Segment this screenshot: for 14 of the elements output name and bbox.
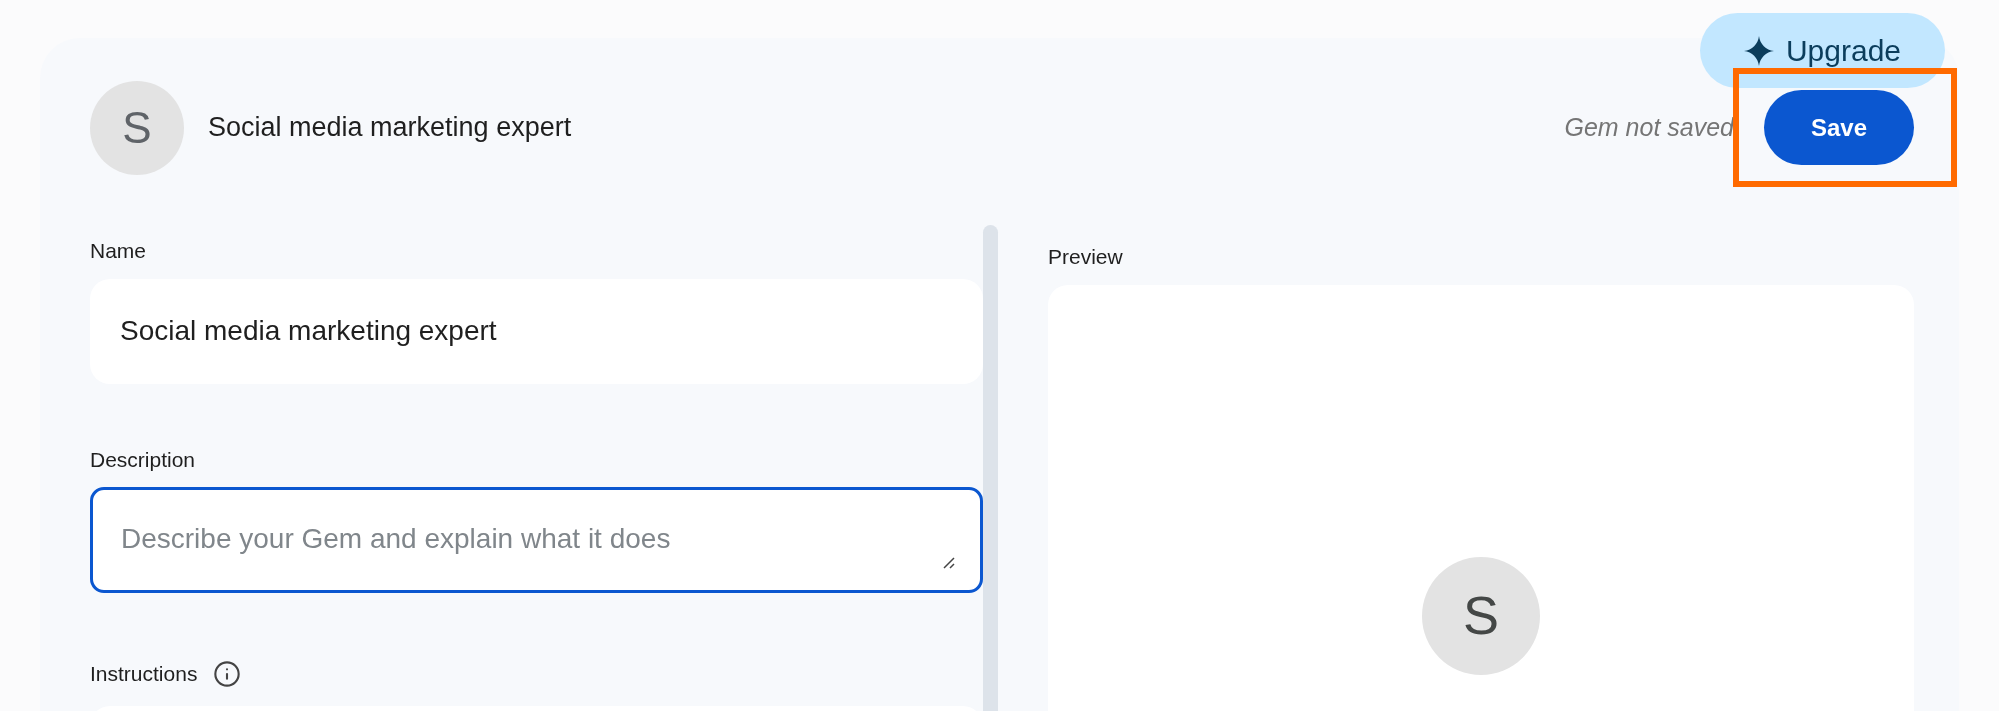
save-button[interactable]: Save [1764, 90, 1914, 165]
description-label: Description [90, 446, 197, 473]
preview-label: Preview [1048, 244, 1124, 270]
instructions-label: Instructions [90, 661, 198, 687]
sparkle-icon [1743, 35, 1774, 66]
avatar: S [1422, 556, 1540, 675]
name-label: Name [90, 238, 148, 264]
name-field[interactable]: Social media marketing expert [90, 278, 983, 384]
save-status: Gem not saved [1564, 111, 1734, 143]
avatar: S [90, 80, 184, 175]
gem-title: Social media marketing expert [208, 111, 572, 145]
resize-handle-icon[interactable] [941, 555, 955, 569]
description-field[interactable]: Describe your Gem and explain what it does [90, 487, 983, 593]
info-icon[interactable] [213, 659, 242, 688]
